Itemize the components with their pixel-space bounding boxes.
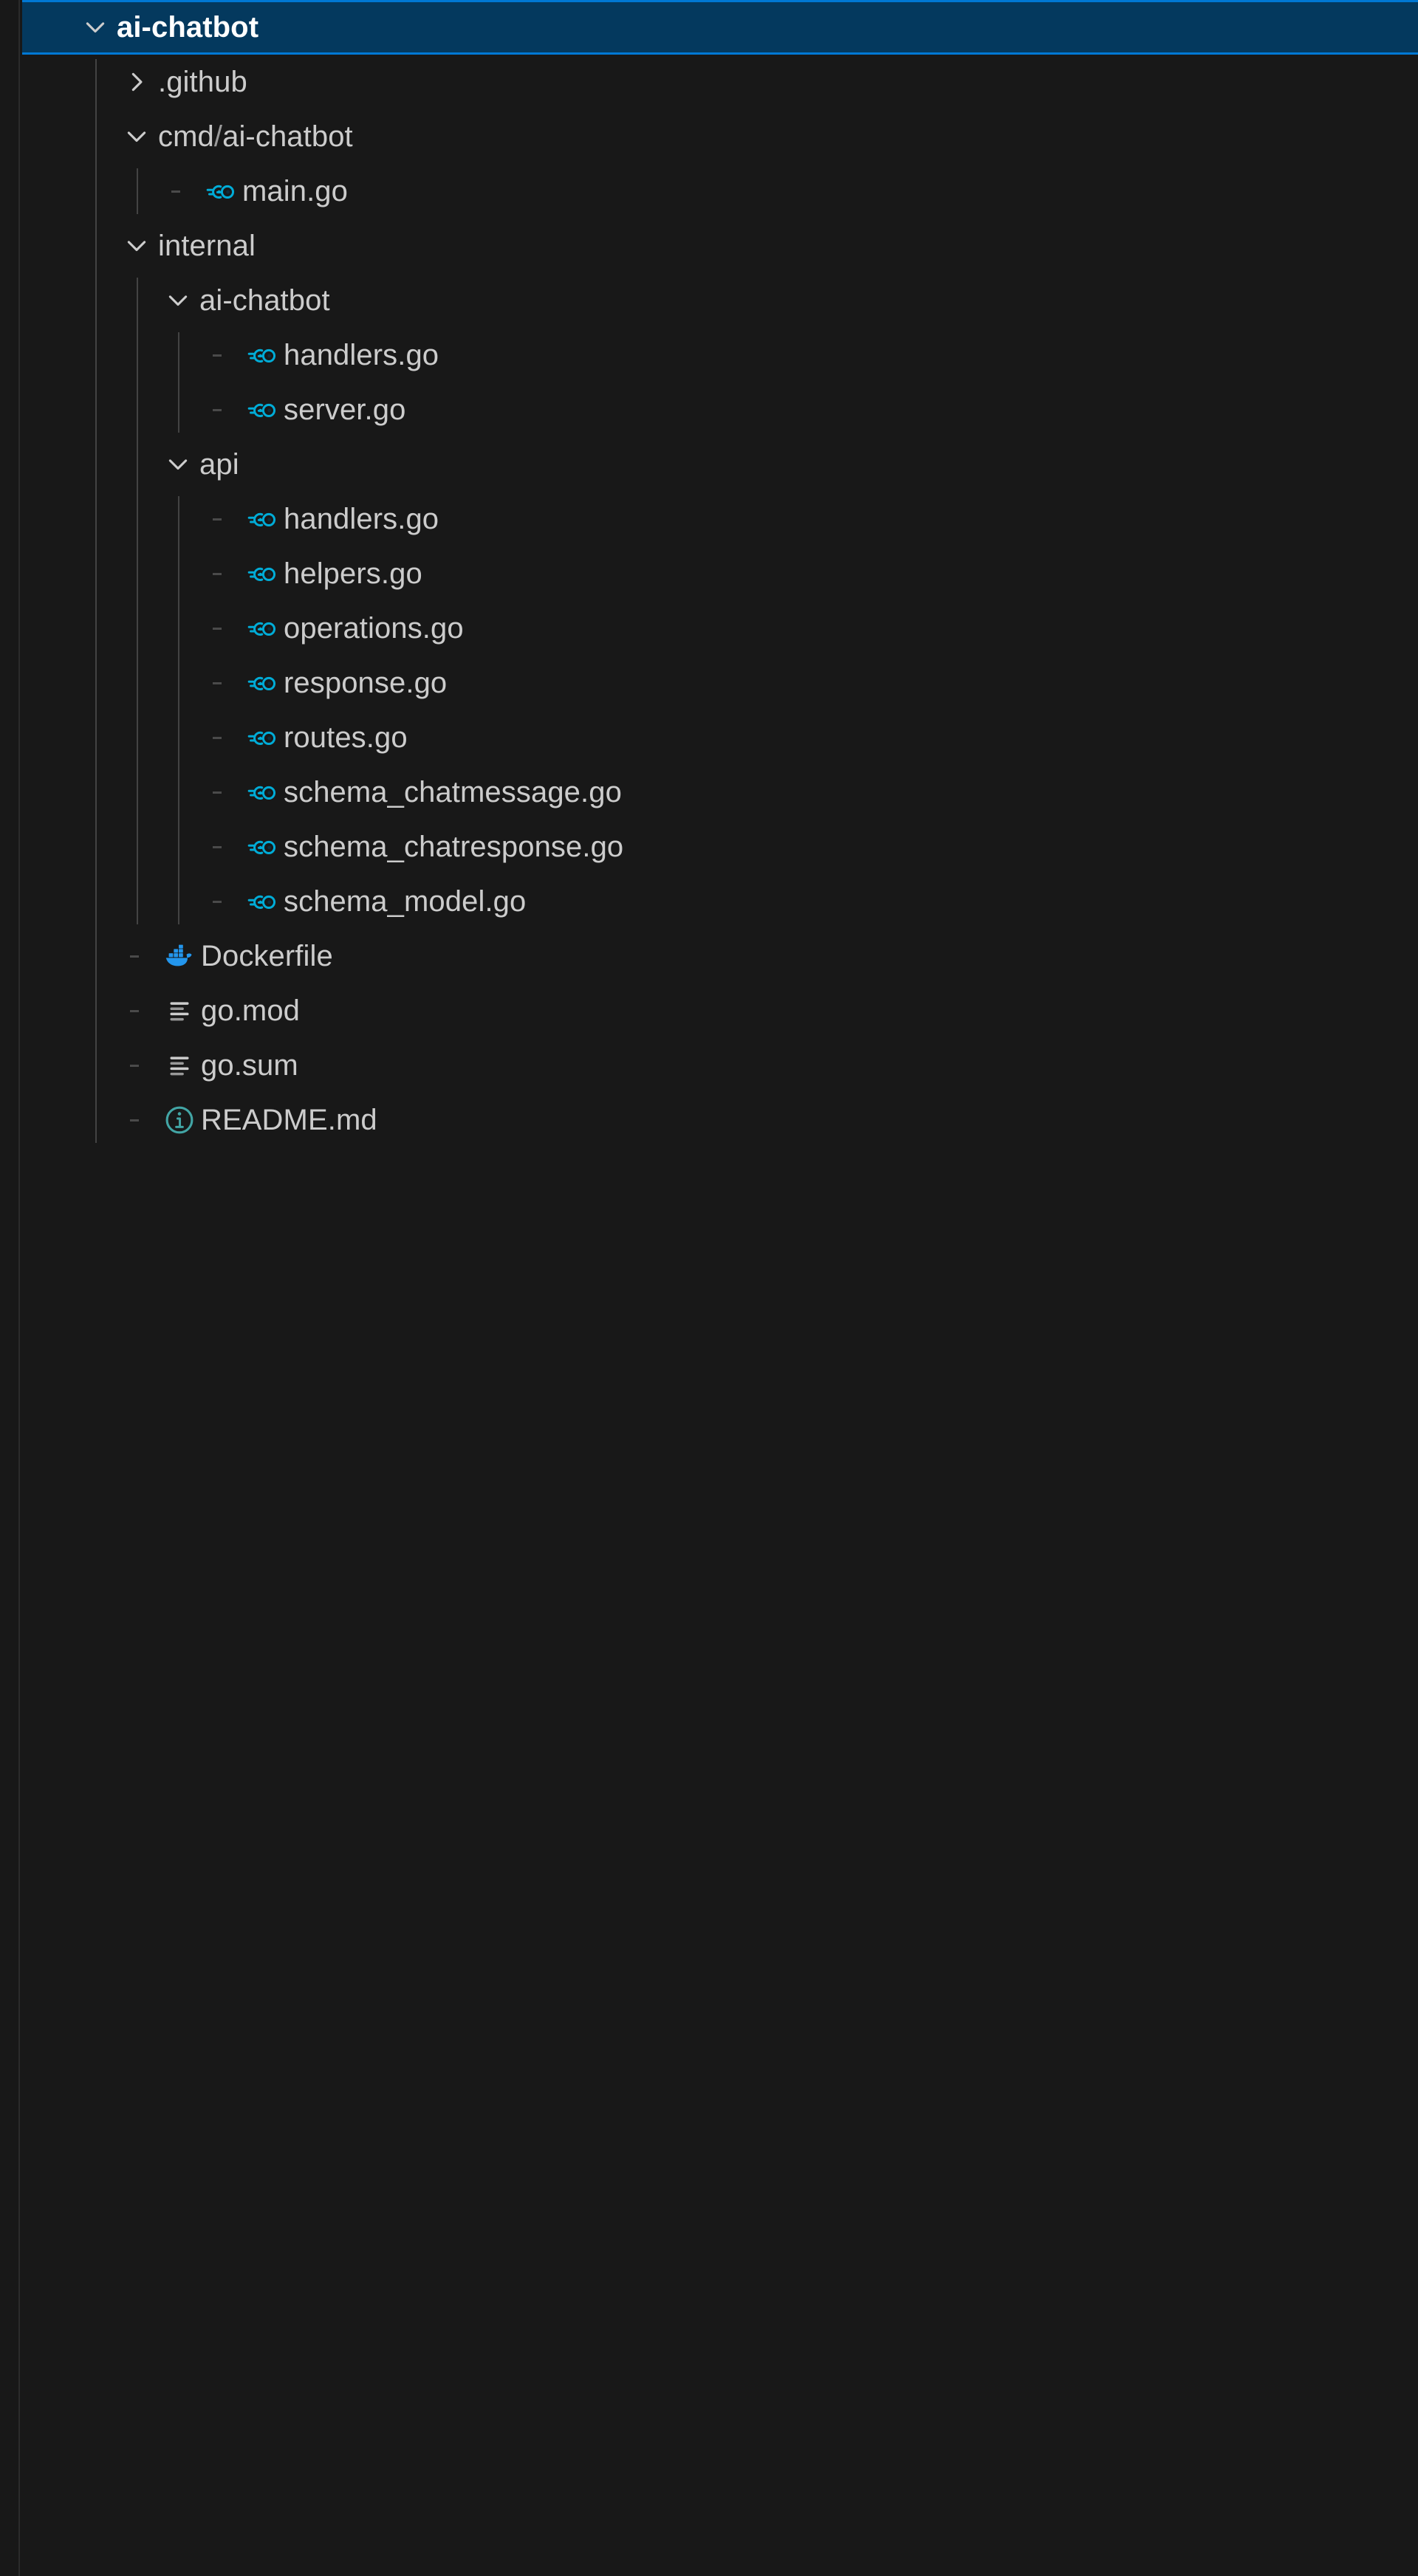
tree-folder-row[interactable]: internal	[0, 219, 1418, 273]
tree-file-row[interactable]: README.md	[0, 1093, 1418, 1147]
go-icon	[241, 492, 284, 546]
go-icon	[199, 164, 242, 219]
go-icon	[241, 765, 284, 820]
tree-row-label: ai-chatbot	[117, 11, 259, 44]
go-icon	[241, 874, 284, 929]
go-icon	[241, 546, 284, 601]
tree-file-row[interactable]: Dockerfile	[0, 929, 1418, 983]
tree-row-label: main.go	[242, 175, 349, 207]
info-icon	[158, 1093, 201, 1147]
go-icon	[241, 820, 284, 874]
tree-row-label: server.go	[284, 394, 406, 426]
tree-row-label: Dockerfile	[201, 940, 333, 972]
tree-file-row[interactable]: routes.go	[0, 710, 1418, 765]
go-icon	[241, 328, 284, 382]
tree-file-row[interactable]: handlers.go	[0, 328, 1418, 382]
tree-file-row[interactable]: response.go	[0, 656, 1418, 710]
tree-row-label: api	[199, 448, 239, 481]
chevron-down-icon[interactable]	[74, 0, 117, 55]
go-icon	[241, 601, 284, 656]
tree-file-row[interactable]: schema_chatmessage.go	[0, 765, 1418, 820]
tree-file-row[interactable]: schema_model.go	[0, 874, 1418, 929]
go-icon	[241, 382, 284, 437]
tree-row-label: operations.go	[284, 612, 464, 645]
tree-row-label: ai-chatbot	[199, 284, 330, 317]
tree-file-row[interactable]: go.sum	[0, 1038, 1418, 1093]
tree-file-row[interactable]: schema_chatresponse.go	[0, 820, 1418, 874]
tree-row-label: schema_chatresponse.go	[284, 831, 624, 863]
text-lines-icon	[158, 983, 201, 1038]
tree-row-label: schema_chatmessage.go	[284, 776, 622, 808]
tree-row-list: ai-chatbot .github cmd/ai-chatbot main.go in…	[0, 0, 1418, 1147]
chevron-down-icon[interactable]	[115, 109, 158, 164]
file-explorer-tree: ai-chatbot .github cmd/ai-chatbot main.go in…	[0, 0, 1418, 2576]
tree-folder-row[interactable]: .github	[0, 55, 1418, 109]
go-icon	[241, 710, 284, 765]
text-lines-icon	[158, 1038, 201, 1093]
tree-row-label: go.mod	[201, 995, 301, 1027]
tree-file-row[interactable]: helpers.go	[0, 546, 1418, 601]
tree-row-label: schema_model.go	[284, 885, 527, 918]
tree-row-label: handlers.go	[284, 503, 439, 535]
tree-file-row[interactable]: server.go	[0, 382, 1418, 437]
chevron-down-icon[interactable]	[115, 219, 158, 273]
tree-row-label: internal	[158, 230, 256, 262]
tree-row-label: response.go	[284, 667, 448, 699]
tree-row-label: README.md	[201, 1104, 377, 1136]
tree-file-row[interactable]: main.go	[0, 164, 1418, 219]
tree-file-row[interactable]: handlers.go	[0, 492, 1418, 546]
chevron-down-icon[interactable]	[157, 437, 199, 492]
tree-folder-row[interactable]: api	[0, 437, 1418, 492]
chevron-down-icon[interactable]	[157, 273, 199, 328]
tree-folder-row[interactable]: ai-chatbot	[22, 0, 1418, 55]
tree-folder-row[interactable]: ai-chatbot	[0, 273, 1418, 328]
chevron-right-icon[interactable]	[115, 55, 158, 109]
tree-row-label: .github	[158, 66, 247, 98]
tree-row-label: handlers.go	[284, 339, 439, 371]
tree-row-label: routes.go	[284, 721, 408, 754]
docker-icon	[158, 929, 201, 983]
tree-row-label: helpers.go	[284, 557, 422, 590]
path-separator: /	[213, 120, 223, 153]
tree-file-row[interactable]: operations.go	[0, 601, 1418, 656]
tree-file-row[interactable]: go.mod	[0, 983, 1418, 1038]
go-icon	[241, 656, 284, 710]
tree-row-label: go.sum	[201, 1049, 298, 1082]
tree-folder-row[interactable]: cmd/ai-chatbot	[0, 109, 1418, 164]
tree-row-label: cmd/ai-chatbot	[158, 120, 353, 153]
